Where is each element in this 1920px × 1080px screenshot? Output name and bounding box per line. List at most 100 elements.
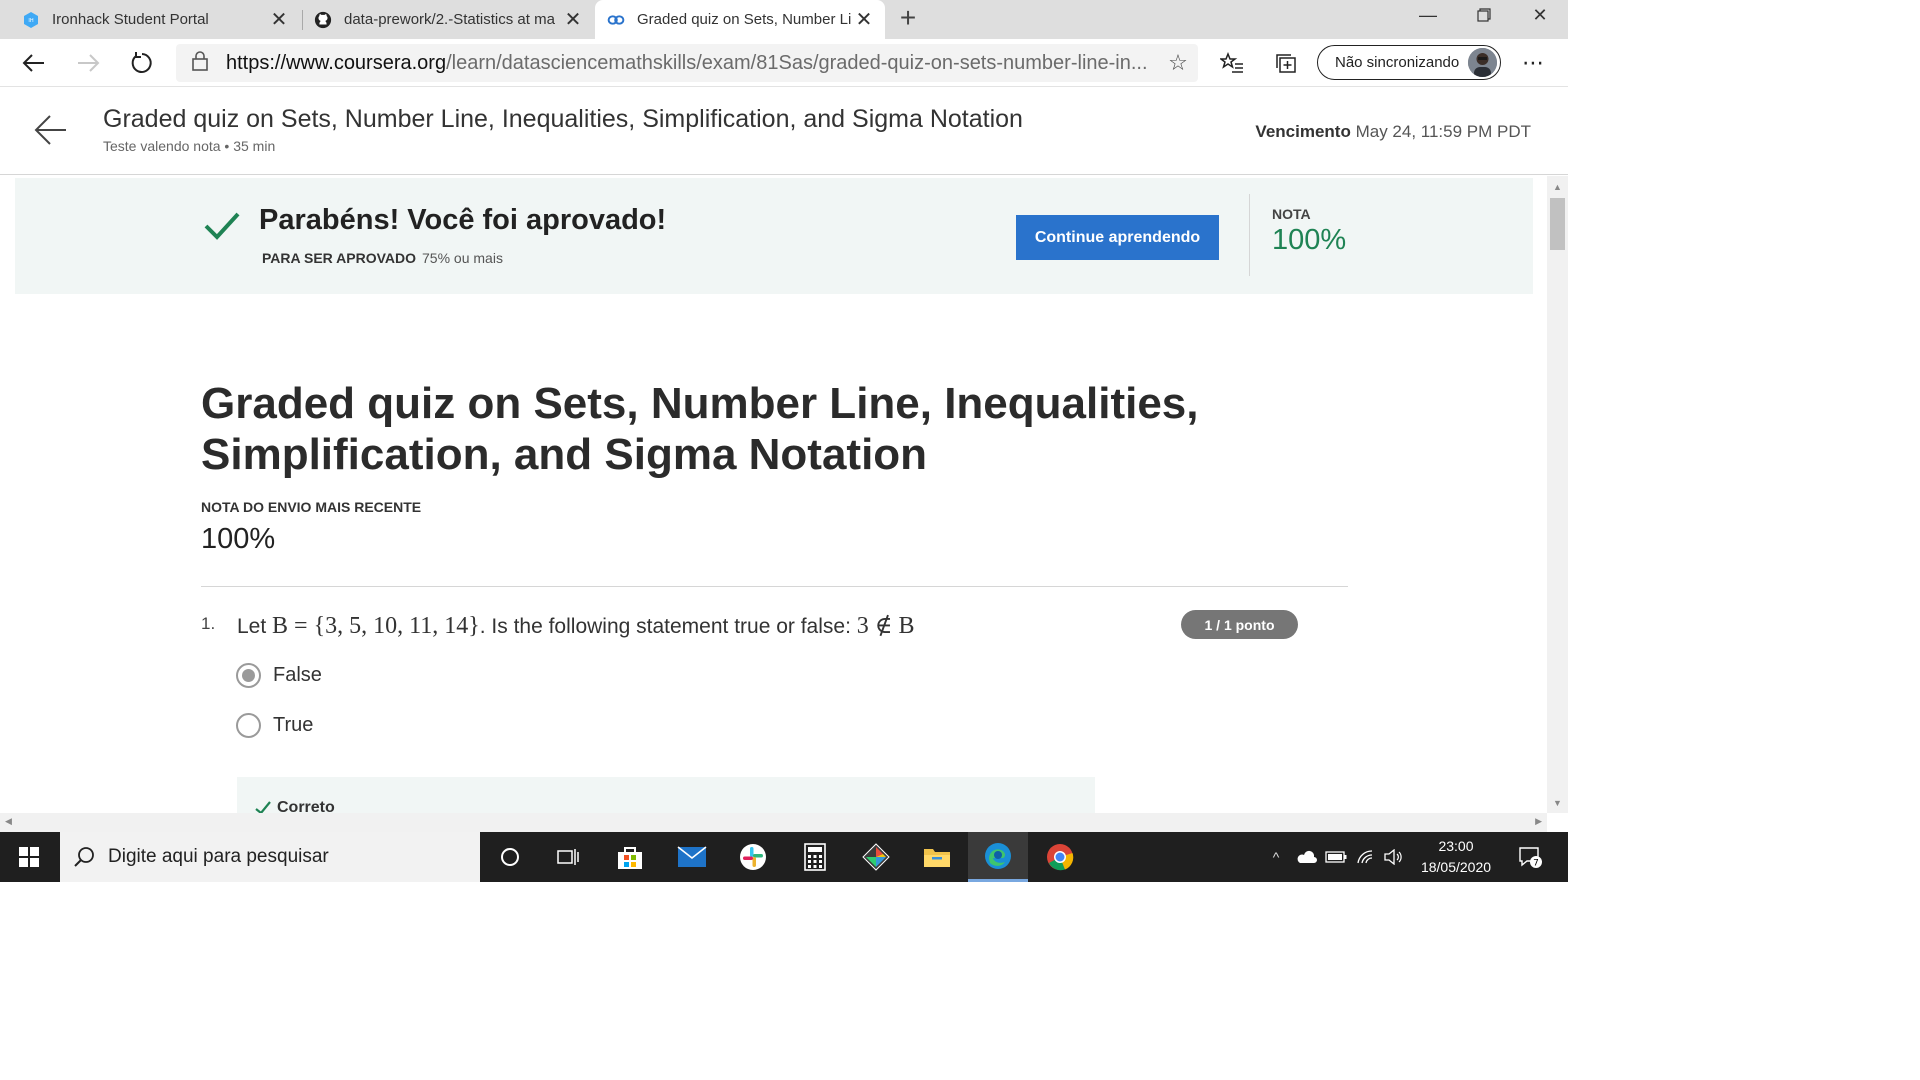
due-date: Vencimento May 24, 11:59 PM PDT <box>1255 122 1531 142</box>
divider <box>201 586 1348 587</box>
scroll-left-icon[interactable]: ◀ <box>5 816 12 827</box>
due-value: May 24, 11:59 PM PDT <box>1355 122 1531 141</box>
address-bar[interactable]: https://www.coursera.org/learn/datascien… <box>176 44 1198 82</box>
feedback-label: Correto <box>277 799 335 813</box>
battery-icon[interactable] <box>1322 832 1350 882</box>
grade-value: 100% <box>1272 224 1347 256</box>
restore-icon[interactable] <box>1460 0 1508 30</box>
notifications-icon[interactable]: 7 <box>1512 832 1548 882</box>
scroll-up-icon[interactable]: ▲ <box>1553 182 1562 192</box>
latest-submission-grade: 100% <box>201 523 276 555</box>
tab-title: Graded quiz on Sets, Number Lir <box>637 11 851 28</box>
favorite-star-icon[interactable]: ☆ <box>1158 50 1198 76</box>
answer-option-false[interactable]: False <box>236 663 322 688</box>
tab-title: Ironhack Student Portal <box>52 11 209 28</box>
quiz-header-title: Graded quiz on Sets, Number Line, Inequa… <box>103 105 1023 133</box>
slack-icon[interactable] <box>723 832 783 882</box>
notification-count: 7 <box>1533 859 1539 869</box>
close-tab-icon[interactable]: ✕ <box>560 7 586 32</box>
mail-icon[interactable] <box>662 832 722 882</box>
question-text: Let B = {3, 5, 10, 11, 14}. Is the follo… <box>237 611 915 640</box>
statement-math: 3 ∉ B <box>856 613 915 639</box>
sync-profile-button[interactable]: Não sincronizando <box>1317 45 1501 80</box>
radio-button-selected[interactable] <box>236 663 261 688</box>
vertical-scrollbar[interactable]: ▲ ▼ <box>1547 176 1568 813</box>
svg-text:IH: IH <box>28 18 33 24</box>
chrome-icon[interactable] <box>1030 832 1090 882</box>
show-hidden-icons-icon[interactable]: ^ <box>1264 832 1288 882</box>
edge-browser-icon[interactable] <box>968 832 1028 882</box>
scroll-right-icon[interactable]: ▶ <box>1535 816 1542 827</box>
radio-button[interactable] <box>236 713 261 738</box>
file-explorer-icon[interactable] <box>907 832 967 882</box>
more-menu-icon[interactable]: ⋯ <box>1517 47 1549 79</box>
clock-time: 23:00 <box>1438 838 1474 854</box>
scroll-thumb[interactable] <box>1550 198 1565 250</box>
clock-date: 18/05/2020 <box>1420 859 1492 875</box>
continue-learning-button[interactable]: Continue aprendendo <box>1016 215 1219 260</box>
browser-toolbar: https://www.coursera.org/learn/datascien… <box>0 39 1568 87</box>
github-icon <box>314 11 332 29</box>
tab-coursera[interactable]: Graded quiz on Sets, Number Lir ✕ <box>595 0 885 39</box>
ironhack-icon: IH <box>22 11 40 29</box>
pass-label: PARA SER APROVADO <box>262 250 417 266</box>
collections-icon[interactable] <box>1270 47 1302 79</box>
windows-start-icon[interactable] <box>0 832 58 882</box>
system-clock[interactable]: 23:00 18/05/2020 <box>1404 836 1508 878</box>
refresh-icon[interactable] <box>126 47 158 79</box>
divider <box>1249 194 1250 276</box>
wifi-icon[interactable] <box>1352 832 1380 882</box>
search-icon <box>60 846 108 868</box>
back-arrow-icon[interactable] <box>34 113 68 147</box>
minimize-icon[interactable]: — <box>1404 0 1452 30</box>
cortana-icon[interactable] <box>480 832 540 882</box>
avatar <box>1468 48 1497 77</box>
tab-ironhack[interactable]: IH Ironhack Student Portal ✕ <box>0 0 300 39</box>
onedrive-icon[interactable] <box>1292 832 1320 882</box>
answer-option-true[interactable]: True <box>236 713 313 738</box>
checkmark-icon <box>202 210 242 242</box>
checkmark-icon <box>255 801 271 813</box>
latest-submission-label: NOTA DO ENVIO MAIS RECENTE <box>201 499 422 515</box>
lock-icon <box>192 50 214 76</box>
close-tab-icon[interactable]: ✕ <box>851 7 877 32</box>
gitkraken-icon[interactable] <box>846 832 906 882</box>
question-middle: . Is the following statement true or fal… <box>479 615 857 638</box>
close-tab-icon[interactable]: ✕ <box>266 7 292 32</box>
search-placeholder: Digite aqui para pesquisar <box>108 846 329 867</box>
tab-github[interactable]: data-prework/2.-Statistics at ma ✕ <box>302 0 594 39</box>
scroll-down-icon[interactable]: ▼ <box>1553 798 1562 808</box>
sync-label: Não sincronizando <box>1335 54 1460 71</box>
question-prefix: Let <box>237 615 273 638</box>
quiz-header-subtitle: Teste valendo nota • 35 min <box>103 138 276 154</box>
coursera-icon <box>607 11 625 29</box>
new-tab-icon[interactable]: + <box>894 4 922 34</box>
passed-headline: Parabéns! Você foi aprovado! <box>259 204 667 236</box>
favorites-icon[interactable] <box>1216 47 1248 79</box>
tab-bar: IH Ironhack Student Portal ✕ data-prewor… <box>0 0 1568 39</box>
quiz-header: Graded quiz on Sets, Number Line, Inequa… <box>0 87 1568 175</box>
taskbar: Digite aqui para pesquisar ^ 23:00 18/05… <box>0 832 1568 882</box>
volume-icon[interactable] <box>1380 832 1406 882</box>
url-path: /learn/datasciencemathskills/exam/81Sas/… <box>446 51 1148 74</box>
pass-requirement: PARA SER APROVADO 75% ou mais <box>262 250 503 266</box>
url-text: https://www.coursera.org/learn/datascien… <box>226 52 1158 75</box>
pass-value: 75% ou mais <box>422 250 503 266</box>
due-label: Vencimento <box>1255 122 1351 141</box>
task-view-icon[interactable] <box>538 832 598 882</box>
option-label: False <box>273 664 322 686</box>
microsoft-store-icon[interactable] <box>600 832 660 882</box>
answer-feedback: Correto <box>237 777 1095 813</box>
close-window-icon[interactable]: ✕ <box>1516 0 1564 30</box>
horizontal-scrollbar[interactable]: ◀ ▶ <box>0 813 1547 832</box>
question-number: 1. <box>201 614 216 633</box>
back-icon[interactable] <box>18 47 50 79</box>
grade-label: NOTA <box>1272 206 1311 222</box>
tab-title: data-prework/2.-Statistics at ma <box>344 11 555 28</box>
passed-banner: Parabéns! Você foi aprovado! PARA SER AP… <box>15 178 1533 294</box>
calculator-icon[interactable] <box>785 832 845 882</box>
option-label: True <box>273 714 314 736</box>
url-domain: https://www.coursera.org <box>226 51 447 74</box>
taskbar-search-input[interactable]: Digite aqui para pesquisar <box>60 832 480 882</box>
forward-icon[interactable] <box>72 47 104 79</box>
